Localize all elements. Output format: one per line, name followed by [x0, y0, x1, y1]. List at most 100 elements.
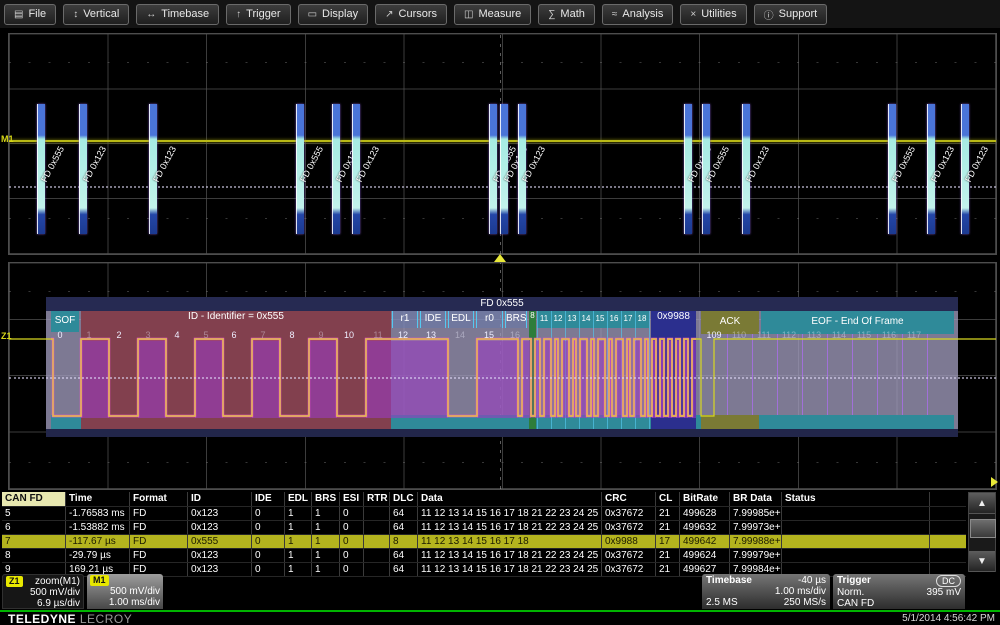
- trigger-descriptor-box[interactable]: Trigger DC Norm. 395 mV CAN FD: [833, 574, 965, 609]
- trigger-source: CAN FD: [837, 598, 875, 609]
- upper-waveform-grid[interactable]: FD 0x555 FD 0x123 FD 0x123 FD 0x555 FD 0x123…: [8, 33, 997, 255]
- table-row[interactable]: 7 -117.67 µs FD 0x555 0 1 1 0 8 11 12 13 14 15 16…: [2, 535, 966, 549]
- column-header[interactable]: BRS: [312, 492, 340, 506]
- table-cell: 11 12 13 14 15 16 17 18 21 22 23 24 25 2…: [418, 507, 602, 520]
- scroll-thumb[interactable]: [970, 519, 996, 538]
- bit-number-label: 13: [425, 330, 437, 340]
- can-frame-bar: FD 0x123: [500, 104, 529, 234]
- table-cell: 499642: [680, 535, 730, 548]
- bit-number-label: 109: [706, 330, 722, 340]
- vertical-menu-button[interactable]: ↕ Vertical: [63, 3, 130, 25]
- bit-number-label: 4: [174, 330, 180, 340]
- analysis-menu-button[interactable]: ≈ Analysis: [601, 3, 674, 25]
- bit-number-label: 113: [806, 330, 822, 340]
- table-cell: 0: [340, 507, 364, 520]
- column-header[interactable]: BR Data: [730, 492, 782, 506]
- trigger-mode: Norm.: [837, 587, 865, 598]
- column-header[interactable]: Format: [130, 492, 188, 506]
- table-cell: 1: [312, 549, 340, 562]
- table-cell: 8: [2, 549, 66, 562]
- table-cell: [782, 521, 930, 534]
- timebase-descriptor-box[interactable]: Timebase -40 µs 1.00 ms/div 2.5 MS 250 M…: [702, 574, 830, 609]
- file-menu-button[interactable]: ▤ File: [4, 3, 57, 25]
- can-frame-bar: FD 0x123: [684, 104, 713, 234]
- utilities-menu-button[interactable]: × Utilities: [680, 3, 747, 25]
- can-frame-bar: FD 0x555: [702, 104, 731, 234]
- table-cell: [364, 535, 390, 548]
- table-cell: 7: [2, 535, 66, 548]
- display-icon: ▭: [307, 8, 318, 20]
- table-row[interactable]: 8 -29.79 µs FD 0x123 0 1 1 0 64 11 12 13 14 15 16…: [2, 549, 966, 563]
- table-cell: 11 12 13 14 15 16 17 18: [418, 535, 602, 548]
- can-frame-bar: FD 0x123: [352, 104, 381, 234]
- column-header[interactable]: DLC: [390, 492, 418, 506]
- cursors-menu-button[interactable]: ↗ Cursors: [375, 3, 448, 25]
- trigger-menu-button[interactable]: ↑ Trigger: [226, 3, 291, 25]
- table-cell: 1: [312, 563, 340, 576]
- display-menu-button[interactable]: ▭ Display: [297, 3, 369, 25]
- bit-number-label: 115: [856, 330, 872, 340]
- m1-channel-label: M1: [1, 134, 14, 144]
- column-header[interactable]: Time: [66, 492, 130, 506]
- bit-number-label: 112: [781, 330, 797, 340]
- table-cell: 7.99988e+6: [730, 535, 782, 548]
- m1-descriptor-box[interactable]: M1 500 mV/div 1.00 ms/div: [87, 574, 163, 609]
- bit-number-label: 9: [318, 330, 324, 340]
- trigger-position-marker[interactable]: [494, 254, 506, 262]
- column-header[interactable]: CL: [656, 492, 680, 506]
- m1-vdiv: 500 mV/div: [109, 586, 160, 597]
- column-header[interactable]: IDE: [252, 492, 285, 506]
- table-row[interactable]: 6 -1.53882 ms FD 0x123 0 1 1 0 64 11 12 13 14 15 …: [2, 521, 966, 535]
- table-cell: 0: [340, 535, 364, 548]
- can-frame-bar: FD 0x555: [296, 104, 325, 234]
- bit-number-label: 111: [757, 330, 771, 340]
- table-cell: 0: [252, 507, 285, 520]
- vertical-icon: ↕: [73, 8, 79, 20]
- math-menu-button[interactable]: ∑ Math: [538, 3, 595, 25]
- timebase-title: Timebase: [706, 575, 752, 586]
- z1-descriptor-box[interactable]: Z1 zoom(M1) 500 mV/div 6.9 µs/div: [2, 574, 84, 609]
- column-header[interactable]: ESI: [340, 492, 364, 506]
- zoom-waveform-grid[interactable]: FD 0x555 SOF ID - Identifier = 0x555 r1 IDE E…: [8, 262, 998, 490]
- bit-number-label: 0: [57, 330, 63, 340]
- brand-logo: TELEDYNE LECROY: [8, 612, 132, 625]
- table-cell: [364, 521, 390, 534]
- column-header[interactable]: Data: [418, 492, 602, 506]
- bit-number-label: 11: [373, 330, 383, 340]
- column-header[interactable]: ID: [188, 492, 252, 506]
- menu-label: Trigger: [246, 8, 281, 20]
- trigger-title: Trigger: [837, 575, 871, 586]
- bit-number-label: 1: [86, 330, 92, 340]
- table-scrollbar[interactable]: ▲ ▼: [968, 492, 996, 572]
- column-header[interactable]: Status: [782, 492, 930, 506]
- can-frame-bar: FD 0x123: [518, 104, 547, 234]
- support-menu-button[interactable]: ⓘ Support: [753, 3, 828, 25]
- scroll-down-button[interactable]: ▼: [969, 551, 995, 572]
- scroll-up-button[interactable]: ▲: [969, 493, 995, 514]
- table-cell: [364, 549, 390, 562]
- z1-vdiv: 500 mV/div: [29, 587, 80, 598]
- trigger-coupling-badge: DC: [936, 575, 961, 587]
- menu-bar: ▤ File ↕ Vertical ↔ Timebase ↑ Trigger ▭ Display ↗…: [0, 0, 1000, 28]
- column-header[interactable]: EDL: [285, 492, 312, 506]
- timebase-scale: 1.00 ms/div: [774, 586, 826, 597]
- column-header[interactable]: CAN FD: [2, 492, 66, 506]
- can-frame-id-label: FD 0x123: [744, 144, 772, 184]
- bit-number-label: 12: [397, 330, 409, 340]
- column-header[interactable]: BitRate: [680, 492, 730, 506]
- table-cell: 0x123: [188, 549, 252, 562]
- timebase-menu-button[interactable]: ↔ Timebase: [136, 3, 220, 25]
- z1-source: zoom(M1): [34, 576, 80, 587]
- table-cell: FD: [130, 549, 188, 562]
- can-frame-id-label: FD 0x555: [704, 144, 732, 184]
- column-header[interactable]: CRC: [602, 492, 656, 506]
- decode-threshold-line: [9, 377, 996, 379]
- timebase-samples: 2.5 MS: [706, 597, 738, 608]
- table-cell: 0x123: [188, 507, 252, 520]
- bit-number-label: 15: [483, 330, 495, 340]
- timebase-offset: -40 µs: [798, 575, 826, 586]
- table-cell: 64: [390, 521, 418, 534]
- column-header[interactable]: RTR: [364, 492, 390, 506]
- table-row[interactable]: 5 -1.76583 ms FD 0x123 0 1 1 0 64 11 12 13 14 15 …: [2, 507, 966, 521]
- measure-menu-button[interactable]: ◫ Measure: [454, 3, 532, 25]
